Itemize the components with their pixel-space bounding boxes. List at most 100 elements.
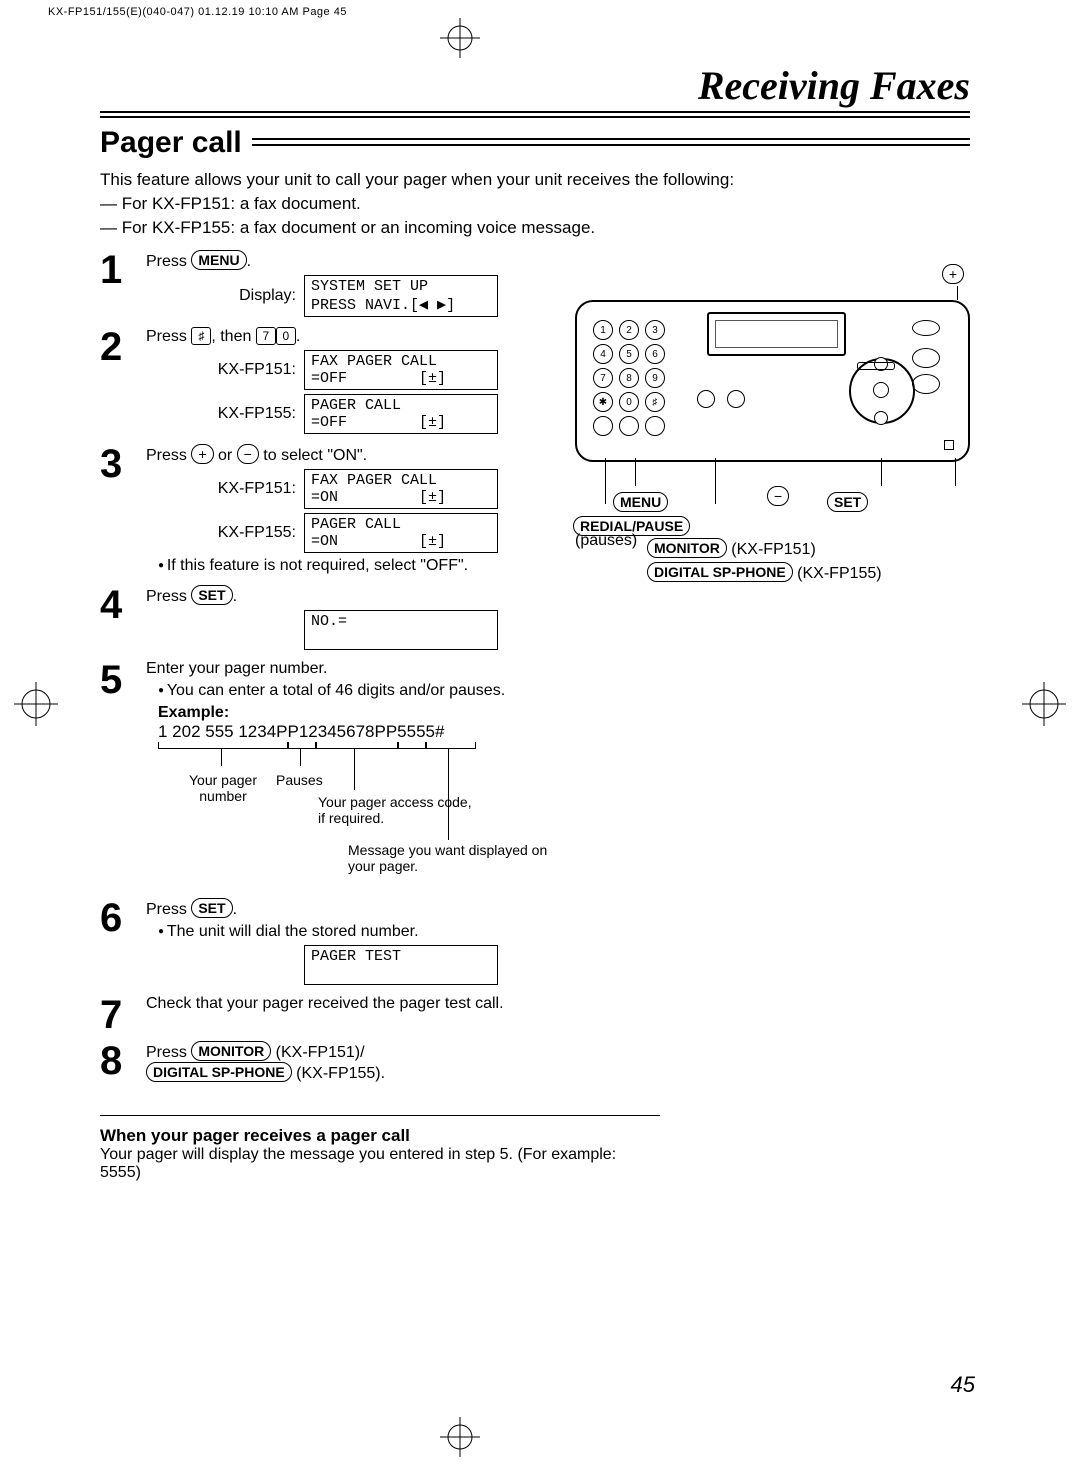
intro-line: — For KX-FP155: a fax document or an inc…: [100, 218, 970, 238]
model-label: KX-FP155:: [186, 405, 304, 423]
step-number: 8: [100, 1041, 146, 1081]
step-bullet: You can enter a total of 46 digits and/o…: [158, 682, 566, 700]
step-8: 8 Press MONITOR (KX-FP151)/DIGITAL SP-PH…: [100, 1041, 570, 1085]
step-4: 4 Press SET. NO.=: [100, 585, 570, 654]
step-text: to select "ON".: [259, 447, 367, 464]
step-bullet: The unit will dial the stored number.: [158, 923, 570, 941]
example-annotation: Your pager number: [178, 772, 268, 804]
panel-screen: [707, 312, 846, 356]
step-text: Press: [146, 1044, 191, 1061]
step-text: Press: [146, 253, 191, 270]
monitor-button-label: MONITOR: [647, 538, 727, 558]
model-tag: (KX-FP151): [727, 541, 816, 558]
seven-key: 7: [256, 327, 276, 345]
keypad-key: 0: [619, 392, 639, 412]
set-button-label: SET: [191, 898, 232, 918]
zero-key: 0: [276, 327, 296, 345]
step-text: Press: [146, 328, 191, 345]
display-readout: SYSTEM SET UP PRESS NAVI.[◀ ▶]: [304, 275, 498, 317]
panel-slider-icon: [857, 362, 895, 370]
keypad-key: ♯: [645, 392, 665, 412]
intro-line: — For KX-FP151: a fax document.: [100, 194, 970, 214]
menu-button-label: MENU: [191, 250, 246, 270]
panel-button-icon: [912, 320, 940, 336]
model-tag: (KX-FP155): [793, 565, 882, 582]
minus-button-label: −: [767, 486, 789, 506]
keypad-key: 3: [645, 320, 665, 340]
set-button-label: SET: [191, 585, 232, 605]
step-text: Press: [146, 447, 191, 464]
step-number: 3: [100, 444, 146, 484]
keypad-key: 7: [593, 368, 613, 388]
footer-title: When your pager receives a pager call: [100, 1126, 660, 1146]
device-diagram: + 1 2 3 4 5 6 7 8 9 ✱ 0 ♯: [575, 300, 970, 600]
step-1: 1 Press MENU. Display: SYSTEM SET UP PRE…: [100, 250, 570, 321]
panel-button-icon: [645, 416, 665, 436]
step-text: or: [214, 447, 237, 464]
set-button-label: SET: [827, 492, 868, 512]
keypad-key: 4: [593, 344, 613, 364]
step-text: Check that your pager received the pager…: [146, 995, 570, 1013]
step-text: Press: [146, 901, 191, 918]
step-number: 7: [100, 995, 146, 1035]
step-6: 6 Press SET. The unit will dial the stor…: [100, 898, 570, 989]
crop-mark-icon: [14, 682, 58, 731]
pauses-label: (pauses): [575, 532, 637, 550]
display-readout: FAX PAGER CALL =ON [±]: [304, 469, 498, 509]
step-text: (KX-FP155).: [292, 1065, 385, 1082]
model-label: KX-FP151:: [186, 480, 304, 498]
step-text: .: [233, 901, 237, 918]
crop-mark-icon: [440, 1417, 480, 1462]
display-readout: PAGER CALL =ON [±]: [304, 513, 498, 553]
step-text: .: [233, 588, 237, 605]
panel-button-icon: [727, 390, 745, 408]
section-title: Pager call: [100, 126, 242, 160]
step-7: 7 Check that your pager received the pag…: [100, 995, 570, 1035]
section-rule: [252, 136, 970, 150]
keypad-key: ✱: [593, 392, 613, 412]
model-label: KX-FP155:: [186, 524, 304, 542]
panel-button-icon: [593, 416, 613, 436]
step-5: 5 Enter your pager number. You can enter…: [100, 660, 970, 892]
panel-indicator-icon: [944, 440, 954, 450]
step-text: .: [296, 328, 300, 345]
plus-button-label: +: [942, 264, 964, 284]
example-label: Example:: [158, 704, 566, 722]
step-text: (KX-FP151)/: [271, 1044, 364, 1061]
print-header: KX-FP151/155(E)(040-047) 01.12.19 10:10 …: [48, 6, 347, 18]
example-annotation: Your pager access code, if required.: [318, 794, 478, 826]
keypad-key: 1: [593, 320, 613, 340]
step-bullet: If this feature is not required, select …: [158, 557, 570, 575]
step-number: 4: [100, 585, 146, 625]
step-text: Press: [146, 588, 191, 605]
example-annotation: Pauses: [276, 772, 323, 788]
chapter-title: Receiving Faxes: [100, 62, 970, 109]
step-number: 5: [100, 660, 146, 700]
digital-sp-phone-button-label: DIGITAL SP-PHONE: [146, 1062, 292, 1082]
intro-line: This feature allows your unit to call yo…: [100, 170, 970, 190]
example-annotation: Message you want displayed on your pager…: [348, 842, 548, 874]
footer-section: When your pager receives a pager call Yo…: [100, 1115, 660, 1182]
crop-mark-icon: [1022, 682, 1066, 731]
keypad-key: 6: [645, 344, 665, 364]
step-3: 3 Press + or − to select "ON". KX-FP151:…: [100, 444, 570, 579]
digital-sp-phone-button-label: DIGITAL SP-PHONE: [647, 562, 793, 582]
keypad-key: 5: [619, 344, 639, 364]
display-label: Display:: [186, 287, 304, 305]
model-label: KX-FP151:: [186, 361, 304, 379]
menu-button-label: MENU: [613, 492, 668, 512]
keypad-key: 8: [619, 368, 639, 388]
step-text: , then: [211, 328, 255, 345]
step-number: 1: [100, 250, 146, 290]
page-number: 45: [951, 1372, 975, 1398]
plus-button-label: +: [191, 444, 213, 464]
panel-button-icon: [619, 416, 639, 436]
keypad-key: 2: [619, 320, 639, 340]
panel-button-icon: [912, 374, 940, 394]
panel-button-icon: [697, 390, 715, 408]
step-text: .: [247, 253, 251, 270]
display-readout: NO.=: [304, 610, 498, 650]
keypad: 1 2 3 4 5 6 7 8 9 ✱ 0 ♯: [593, 320, 683, 440]
step-number: 6: [100, 898, 146, 938]
keypad-key: 9: [645, 368, 665, 388]
